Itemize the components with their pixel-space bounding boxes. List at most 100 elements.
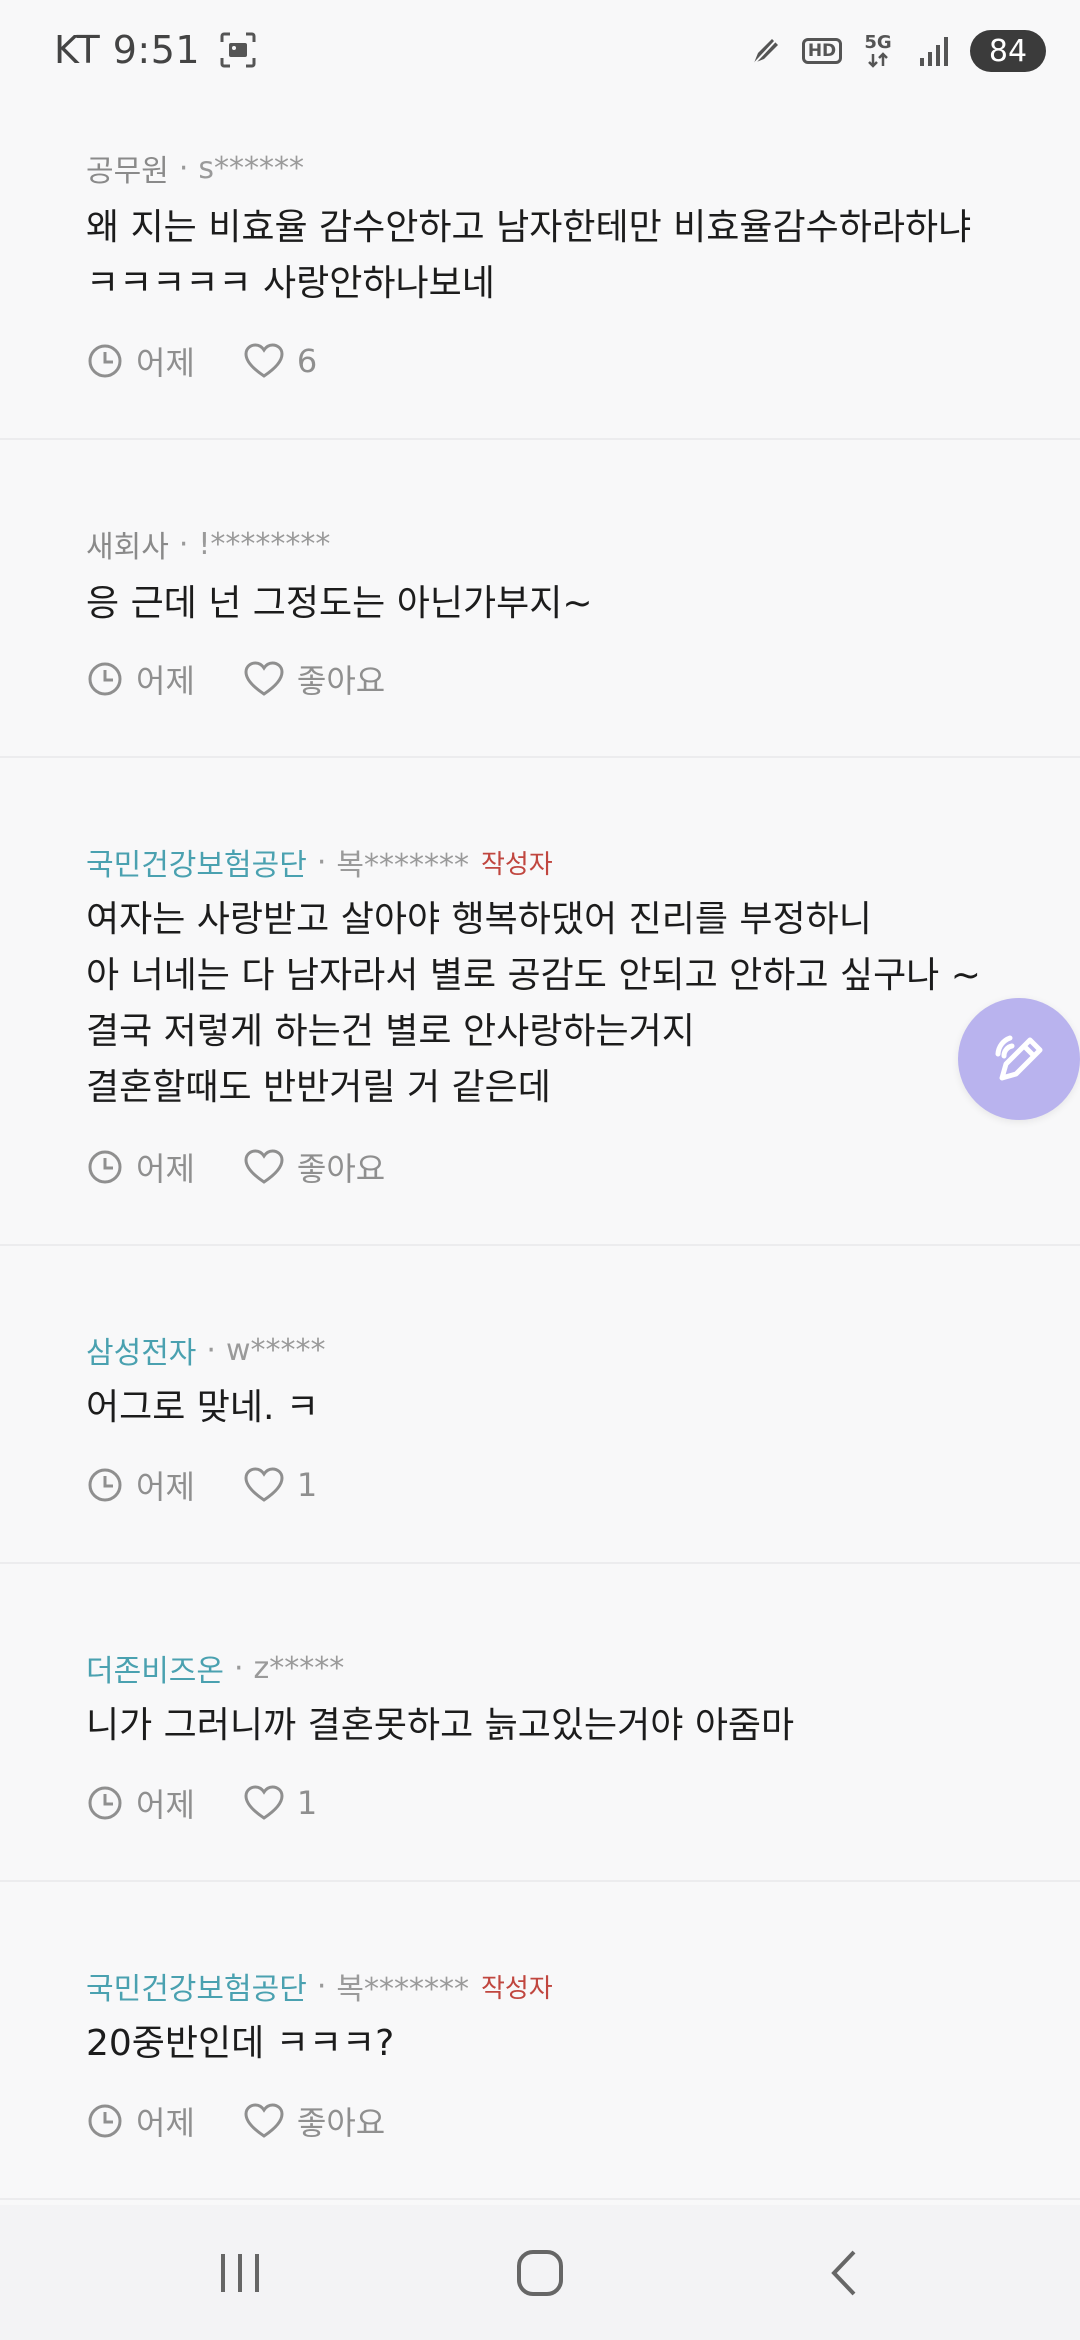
heart-icon: [244, 661, 284, 696]
comment-header: 삼성전자 · w*****: [86, 1328, 326, 1372]
network-label: 5G: [864, 32, 892, 53]
heart-icon: [244, 2103, 284, 2138]
comment-body: 어그로 맞네. ㅋ: [86, 1380, 1010, 1436]
hd-label: HD: [801, 38, 843, 64]
comment-time: 어제: [86, 2098, 195, 2144]
comment-line: 결혼할때도 반반거릴 거 같은데: [86, 1067, 551, 1108]
separator: ·: [316, 844, 327, 880]
comment-time: 어제: [86, 1462, 195, 1508]
separator: ·: [178, 150, 189, 186]
comment-item[interactable]: 더존비즈온 · z***** 니가 그러니까 결혼못하고 늙고있는거야 아줌마 …: [0, 1564, 1080, 1882]
comment-item[interactable]: 새회사 · !******** 응 근데 넌 그정도는 아닌가부지~ 어제 좋아…: [0, 440, 1080, 758]
comment-line: 여자는 사랑받고 살아야 행복하댔어 진리를 부정하니: [86, 899, 872, 940]
clock-icon: [88, 1468, 122, 1502]
comment-company[interactable]: 국민건강보험공단: [86, 1964, 307, 2008]
comment-item[interactable]: 국민건강보험공단 · 복******* 작성자 20중반인데 ㅋㅋㅋ? 어제 좋…: [0, 1882, 1080, 2200]
comment-header: 국민건강보험공단 · 복******* 작성자: [86, 840, 553, 884]
like-count: 좋아요: [296, 2104, 386, 2142]
home-icon: [517, 2249, 563, 2296]
back-button[interactable]: [785, 2205, 905, 2340]
time-label: 어제: [136, 1468, 195, 1506]
separator: ·: [234, 1650, 244, 1686]
comment-time: 어제: [86, 1780, 195, 1826]
home-button[interactable]: [480, 2205, 600, 2340]
heart-icon: [244, 1785, 284, 1820]
like-count: 좋아요: [296, 662, 386, 700]
time-label: 어제: [136, 344, 195, 382]
recent-apps-button[interactable]: [180, 2205, 300, 2340]
comment-line: 왜 지는 비효율 감수안하고 남자한테만 비효율감수하라하냐: [86, 207, 972, 248]
clock-icon: [88, 2104, 122, 2138]
comment-body: 응 근데 넌 그정도는 아닌가부지~: [86, 576, 1010, 632]
comment-body: 여자는 사랑받고 살아야 행복하댔어 진리를 부정하니 아 너네는 다 남자라서…: [86, 892, 1010, 1116]
comment-company[interactable]: 공무원: [86, 146, 169, 190]
signal-icon: [914, 31, 954, 71]
carrier-time: KT 9:51: [54, 28, 201, 72]
comment-company[interactable]: 국민건강보험공단: [86, 840, 307, 884]
like-button[interactable]: 1: [243, 1466, 317, 1504]
navigation-bar: [0, 2205, 1080, 2340]
comment-meta: 어제 좋아요: [86, 2098, 385, 2144]
like-count: 좋아요: [296, 1150, 386, 1188]
comment-header: 더존비즈온 · z*****: [86, 1646, 344, 1690]
comment-company[interactable]: 더존비즈온: [86, 1646, 224, 1690]
comment-user: w*****: [225, 1332, 326, 1368]
comment-line: ㅋㅋㅋㅋㅋ 사랑안하나보네: [86, 263, 495, 304]
like-button[interactable]: 1: [243, 1784, 317, 1822]
comment-user: !********: [198, 526, 331, 562]
comment-body: 왜 지는 비효율 감수안하고 남자한테만 비효율감수하라하냐 ㅋㅋㅋㅋㅋ 사랑안…: [86, 200, 1010, 312]
hd-icon: HD: [801, 31, 843, 71]
like-button[interactable]: 좋아요: [243, 656, 385, 702]
clock-icon: [88, 1150, 122, 1184]
comment-user: 복*******: [336, 848, 469, 883]
battery-icon: 84: [970, 30, 1046, 72]
author-badge: 작성자: [480, 1973, 553, 2004]
separator: ·: [206, 1332, 216, 1368]
comment-body: 20중반인데 ㅋㅋㅋ?: [86, 2016, 1010, 2072]
5g-icon: 5G: [858, 31, 898, 71]
comment-line: 아 너네는 다 남자라서 별로 공감도 안되고 안하고 싶구나 ~: [86, 955, 981, 996]
comment-meta: 어제 1: [86, 1780, 317, 1826]
comment-line: 니가 그러니까 결혼못하고 늙고있는거야 아줌마: [86, 1705, 795, 1746]
comment-meta: 어제 6: [86, 338, 317, 384]
comment-item[interactable]: 공무원 · s****** 왜 지는 비효율 감수안하고 남자한테만 비효율감수…: [0, 100, 1080, 440]
battery-level: 84: [988, 33, 1028, 69]
comment-line: 결국 저렇게 하는건 별로 안사랑하는거지: [86, 1011, 695, 1052]
clock-icon: [88, 1786, 122, 1820]
comment-meta: 어제 좋아요: [86, 1144, 385, 1190]
heart-icon: [244, 1467, 284, 1502]
time-label: 어제: [136, 2104, 195, 2142]
clock-icon: [88, 662, 122, 696]
status-bar: KT 9:51 HD 5G 84: [0, 0, 1080, 100]
comment-item[interactable]: 국민건강보험공단 · 복******* 작성자 여자는 사랑받고 살아야 행복하…: [0, 758, 1080, 1246]
like-count: 6: [296, 342, 318, 380]
write-icon: [995, 1035, 1043, 1081]
comment-body: 니가 그러니까 결혼못하고 늙고있는거야 아줌마: [86, 1698, 1010, 1754]
like-button[interactable]: 좋아요: [243, 1144, 385, 1190]
comment-user: z*****: [253, 1650, 345, 1686]
comment-meta: 어제 1: [86, 1462, 317, 1508]
heart-icon: [244, 1149, 284, 1184]
comment-line: 20중반인데 ㅋㅋㅋ?: [86, 2023, 395, 2064]
comment-meta: 어제 좋아요: [86, 656, 385, 702]
write-comment-button[interactable]: [958, 998, 1080, 1120]
comment-time: 어제: [86, 656, 195, 702]
separator: ·: [316, 1968, 327, 2004]
like-count: 1: [296, 1466, 318, 1504]
comment-company[interactable]: 새회사: [86, 522, 169, 566]
comment-line: 응 근데 넌 그정도는 아닌가부지~: [86, 583, 593, 624]
author-badge: 작성자: [480, 849, 553, 880]
like-button[interactable]: 6: [243, 342, 317, 380]
comment-user: 복*******: [336, 1972, 469, 2007]
separator: ·: [178, 526, 189, 562]
heart-icon: [244, 343, 284, 378]
comment-header: 공무원 · s******: [86, 146, 304, 190]
comment-company[interactable]: 삼성전자: [86, 1328, 196, 1372]
recent-apps-icon: [221, 2253, 259, 2292]
comment-item[interactable]: 삼성전자 · w***** 어그로 맞네. ㅋ 어제 1: [0, 1246, 1080, 1564]
comment-line: 어그로 맞네. ㅋ: [86, 1387, 320, 1428]
like-button[interactable]: 좋아요: [243, 2098, 385, 2144]
comment-user: s******: [198, 150, 304, 186]
comment-time: 어제: [86, 338, 195, 384]
time-label: 어제: [136, 662, 195, 700]
